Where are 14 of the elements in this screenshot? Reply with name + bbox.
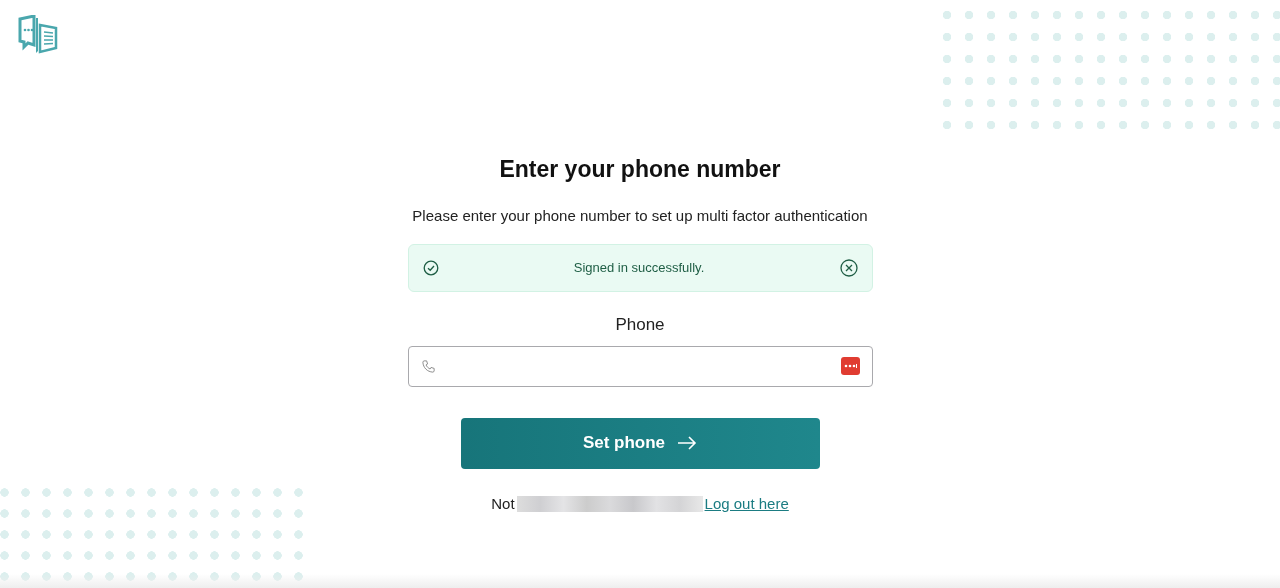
footer-text: Not bbox=[491, 493, 515, 514]
page-title: Enter your phone number bbox=[499, 155, 781, 184]
alert-message: Signed in successfully. bbox=[572, 259, 706, 278]
check-circle-icon bbox=[422, 260, 439, 276]
phone-label: Phone bbox=[615, 314, 665, 336]
close-icon[interactable] bbox=[839, 259, 858, 277]
password-manager-icon[interactable] bbox=[840, 357, 860, 375]
subtitle: Please enter your phone number to set up multi factor authentication bbox=[412, 205, 868, 226]
arrow-right-icon bbox=[677, 436, 698, 450]
phone-input-field[interactable] bbox=[407, 345, 873, 387]
phone-icon bbox=[420, 358, 436, 374]
logo-icon bbox=[18, 15, 59, 55]
set-phone-button[interactable]: Set phone bbox=[460, 417, 820, 469]
log-out-link[interactable]: Log out here bbox=[704, 492, 789, 515]
